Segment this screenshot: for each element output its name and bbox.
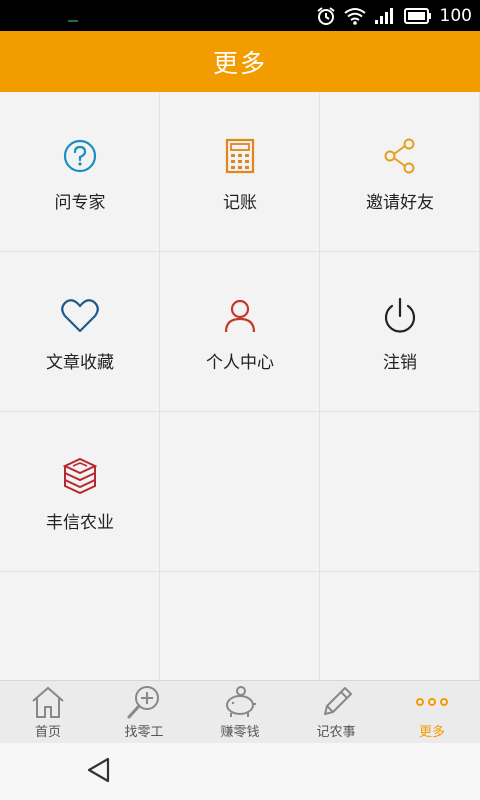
share-icon <box>384 138 415 174</box>
menu-empty-cell <box>160 572 320 680</box>
menu-label: 邀请好友 <box>366 193 434 213</box>
tab-find-gig[interactable]: 找零工 <box>96 681 192 744</box>
signal-icon <box>374 8 393 24</box>
menu-label: 注销 <box>383 353 417 373</box>
tab-label: 赚零钱 <box>220 725 260 740</box>
menu-label: 记账 <box>223 193 257 213</box>
back-icon[interactable] <box>84 755 114 785</box>
battery-level: 100 <box>439 6 472 26</box>
alarm-icon <box>316 7 335 25</box>
tab-home[interactable]: 首页 <box>0 681 96 744</box>
piggy-bank-icon <box>226 686 256 717</box>
heart-icon <box>61 299 99 333</box>
menu-item-ask-expert[interactable]: 问专家 <box>0 92 160 252</box>
menu-empty-cell <box>0 572 160 680</box>
menu-empty-cell <box>160 412 320 572</box>
header: 更多 <box>0 31 480 92</box>
brand-cube-icon <box>62 457 98 495</box>
notification-dot <box>68 20 78 22</box>
battery-icon <box>403 8 431 24</box>
page-title: 更多 <box>212 48 267 78</box>
tab-label: 记农事 <box>316 725 356 740</box>
home-icon <box>32 686 64 718</box>
menu-item-saved-articles[interactable]: 文章收藏 <box>0 252 160 412</box>
menu-item-logout[interactable]: 注销 <box>320 252 480 412</box>
pencil-icon <box>324 687 352 715</box>
menu-item-fengxin-agriculture[interactable]: 丰信农业 <box>0 412 160 572</box>
menu-label: 问专家 <box>54 193 106 213</box>
tab-label: 找零工 <box>124 725 164 740</box>
more-dots-icon <box>416 698 448 706</box>
menu-item-bookkeeping[interactable]: 记账 <box>160 92 320 252</box>
tab-farm-log[interactable]: 记农事 <box>288 681 384 744</box>
menu-item-profile[interactable]: 个人中心 <box>160 252 320 412</box>
bottom-tab-bar: 首页 找零工 赚零钱 记农事 更多 <box>0 680 480 743</box>
search-plus-icon <box>127 686 159 719</box>
status-bar: 100 <box>0 0 480 31</box>
menu-empty-cell <box>320 572 480 680</box>
calculator-icon <box>225 138 255 174</box>
system-nav-bar <box>0 743 480 800</box>
wifi-icon <box>343 8 366 25</box>
tab-more[interactable]: 更多 <box>384 681 480 744</box>
menu-label: 文章收藏 <box>46 353 114 373</box>
person-icon <box>224 299 256 333</box>
question-circle-icon <box>63 139 97 173</box>
tab-label: 更多 <box>418 725 445 740</box>
tab-label: 首页 <box>34 725 61 740</box>
menu-empty-cell <box>320 412 480 572</box>
power-icon <box>384 297 416 333</box>
menu-label: 个人中心 <box>206 353 274 373</box>
menu-item-invite-friends[interactable]: 邀请好友 <box>320 92 480 252</box>
menu-label: 丰信农业 <box>46 513 114 533</box>
tab-earn-money[interactable]: 赚零钱 <box>192 681 288 744</box>
menu-grid: 问专家 记账 邀请好友 文章收藏 个人中心 注销 丰信农业 <box>0 92 480 680</box>
